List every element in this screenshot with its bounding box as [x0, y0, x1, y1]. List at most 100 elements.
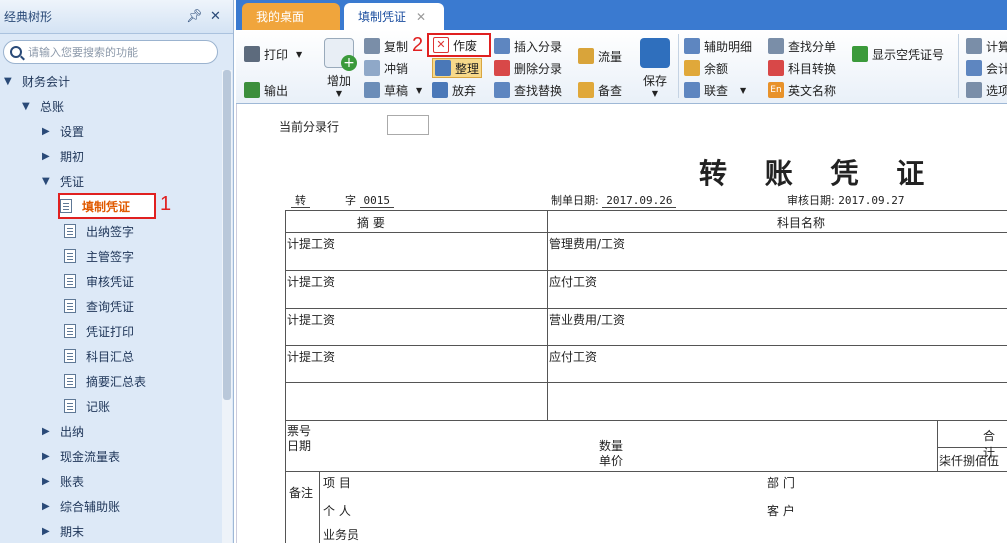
tree-node[interactable]: ▶ 综合辅助账 — [42, 495, 120, 517]
memo-button[interactable]: 备查 — [578, 80, 622, 100]
grid-line — [285, 210, 286, 543]
flow-button[interactable]: 流量 — [578, 46, 622, 66]
dropdown-arrow-icon: ▼ — [335, 89, 343, 98]
chevron-down-icon: ▼ — [42, 175, 50, 187]
entry-account-cell[interactable]: 应付工资 — [549, 348, 597, 365]
chevron-right-icon: ▶ — [42, 150, 50, 162]
grid-line — [285, 382, 1007, 383]
search-placeholder: 请输入您要搜索的功能 — [28, 46, 138, 59]
voucher-type[interactable]: 转 — [291, 192, 310, 208]
tree-item[interactable]: 出纳签字 — [64, 220, 134, 242]
tree-node[interactable]: ▶ 期初 — [42, 145, 84, 167]
tree-node[interactable]: ▶ 账表 — [42, 470, 84, 492]
dropdown-arrow-icon: ▼ — [651, 89, 659, 98]
tree-item[interactable]: 记账 — [64, 395, 110, 417]
entry-summary-cell[interactable]: 计提工资 — [287, 235, 335, 252]
link-query-icon — [684, 82, 700, 98]
current-line-field[interactable] — [387, 115, 429, 135]
tab-bar: 我的桌面 填制凭证 ✕ — [236, 0, 1007, 30]
document-icon — [64, 249, 76, 263]
delete-entry-button[interactable]: 删除分录 — [494, 58, 562, 78]
current-line-label: 当前分录行 — [279, 120, 340, 134]
tree-node[interactable]: ▼ 财务会计 — [4, 70, 70, 92]
save-button[interactable]: 保存 ▼ — [640, 38, 670, 98]
aux-detail-button[interactable]: 辅助明细 — [684, 36, 752, 56]
tree-item[interactable]: 主管签字 — [64, 245, 134, 267]
add-button[interactable]: + 增加 ▼ — [324, 38, 357, 98]
abandon-button[interactable]: 放弃 — [432, 80, 476, 100]
insert-entry-button[interactable]: 插入分录 — [494, 36, 562, 56]
chevron-right-icon: ▶ — [42, 425, 50, 437]
voucher-title: 转 账 凭 证 — [699, 157, 939, 190]
voucher-area: 当前分录行 转 账 凭 证 转 字 0015 制单日期: 2017.09.26 … — [236, 104, 1007, 543]
save-disk-icon — [640, 38, 670, 68]
dropdown-arrow-icon: ▼ — [416, 85, 423, 95]
organize-button[interactable]: 整理 — [432, 58, 482, 78]
grid-line — [285, 232, 1007, 233]
function-search-input[interactable]: 请输入您要搜索的功能 — [3, 40, 218, 64]
link-query-button[interactable]: 联查 ▼ — [684, 80, 746, 100]
tree-item[interactable]: 凭证打印 — [64, 320, 134, 342]
copy-button[interactable]: 复制 — [364, 36, 408, 56]
insert-entry-icon — [494, 38, 510, 54]
find-replace-button[interactable]: 查找替换 — [494, 80, 562, 100]
grid-line — [285, 345, 1007, 346]
scrollbar-thumb[interactable] — [223, 70, 231, 400]
account-convert-button[interactable]: 科目转换 — [768, 58, 836, 78]
close-icon[interactable]: ✕ — [210, 9, 221, 24]
document-icon — [60, 199, 72, 213]
chevron-right-icon: ▶ — [42, 525, 50, 537]
chevron-right-icon: ▶ — [42, 450, 50, 462]
grid-line — [285, 270, 1007, 271]
tree-item-fill-voucher[interactable]: 填制凭证 — [58, 193, 156, 219]
document-icon — [64, 324, 76, 338]
salesman-label: 业务员 — [323, 528, 360, 542]
tree-scrollbar[interactable] — [222, 70, 232, 543]
grid-line — [285, 471, 1007, 472]
english-en-icon: En — [768, 82, 784, 98]
add-document-icon: + — [324, 38, 357, 71]
entry-account-cell[interactable]: 应付工资 — [549, 273, 597, 290]
tree-item[interactable]: 摘要汇总表 — [64, 370, 146, 392]
grid-line — [285, 420, 1007, 421]
tree-node[interactable]: ▼ 凭证 — [42, 170, 84, 192]
print-button[interactable]: 打印 ▼ — [244, 44, 302, 64]
entry-summary-cell[interactable]: 计提工资 — [287, 273, 335, 290]
entry-summary-cell[interactable]: 计提工资 — [287, 311, 335, 328]
abandon-icon — [432, 82, 448, 98]
show-empty-number-button[interactable]: 显示空凭证号 — [852, 44, 944, 64]
tree-node[interactable]: ▼ 总账 — [22, 95, 64, 117]
tree-node[interactable]: ▶ 期末 — [42, 520, 84, 542]
draft-button[interactable]: 草稿 ▼ — [364, 80, 422, 100]
find-entry-button[interactable]: 查找分单 — [768, 36, 836, 56]
tree-node[interactable]: ▶ 出纳 — [42, 420, 84, 442]
options-button[interactable]: 选项 — [966, 80, 1007, 100]
tab-my-desktop[interactable]: 我的桌面 — [242, 3, 340, 30]
toolbar: 打印 ▼ 输出 + 增加 ▼ 复制 冲销 草稿 ▼ ✕ 作废 2 整理 放弃 插入分录 删… — [236, 30, 1007, 104]
tree-item[interactable]: 审核凭证 — [64, 270, 134, 292]
amount-in-words: 柒仟捌佰伍 — [939, 454, 1000, 468]
balance-button[interactable]: 余额 — [684, 58, 728, 78]
voucher-number[interactable]: 字 0015 — [345, 192, 394, 208]
delete-entry-icon — [494, 60, 510, 76]
entry-summary-cell[interactable]: 计提工资 — [287, 348, 335, 365]
accounting-button[interactable]: 会计 — [966, 58, 1007, 78]
chevron-down-icon: ▼ — [4, 75, 12, 87]
pin-icon[interactable]: 📌︎ — [186, 9, 203, 24]
reverse-button[interactable]: 冲销 — [364, 58, 408, 78]
entry-account-cell[interactable]: 营业费用/工资 — [549, 311, 625, 328]
tree-node[interactable]: ▶ 设置 — [42, 120, 84, 142]
tree-item[interactable]: 科目汇总 — [64, 345, 134, 367]
calculate-button[interactable]: 计算 — [966, 36, 1007, 56]
tree-item[interactable]: 查询凭证 — [64, 295, 134, 317]
tab-fill-voucher[interactable]: 填制凭证 ✕ — [344, 3, 444, 30]
make-date[interactable]: 制单日期: 2017.09.26 — [551, 192, 677, 208]
void-button[interactable]: ✕ 作废 — [427, 33, 491, 57]
grid-line — [285, 308, 1007, 309]
english-name-button[interactable]: En 英文名称 — [768, 80, 836, 100]
close-tab-icon[interactable]: ✕ — [416, 10, 426, 24]
tree-node[interactable]: ▶ 现金流量表 — [42, 445, 120, 467]
entry-account-cell[interactable]: 管理费用/工资 — [549, 235, 625, 252]
document-icon — [64, 274, 76, 288]
export-button[interactable]: 输出 — [244, 80, 288, 100]
